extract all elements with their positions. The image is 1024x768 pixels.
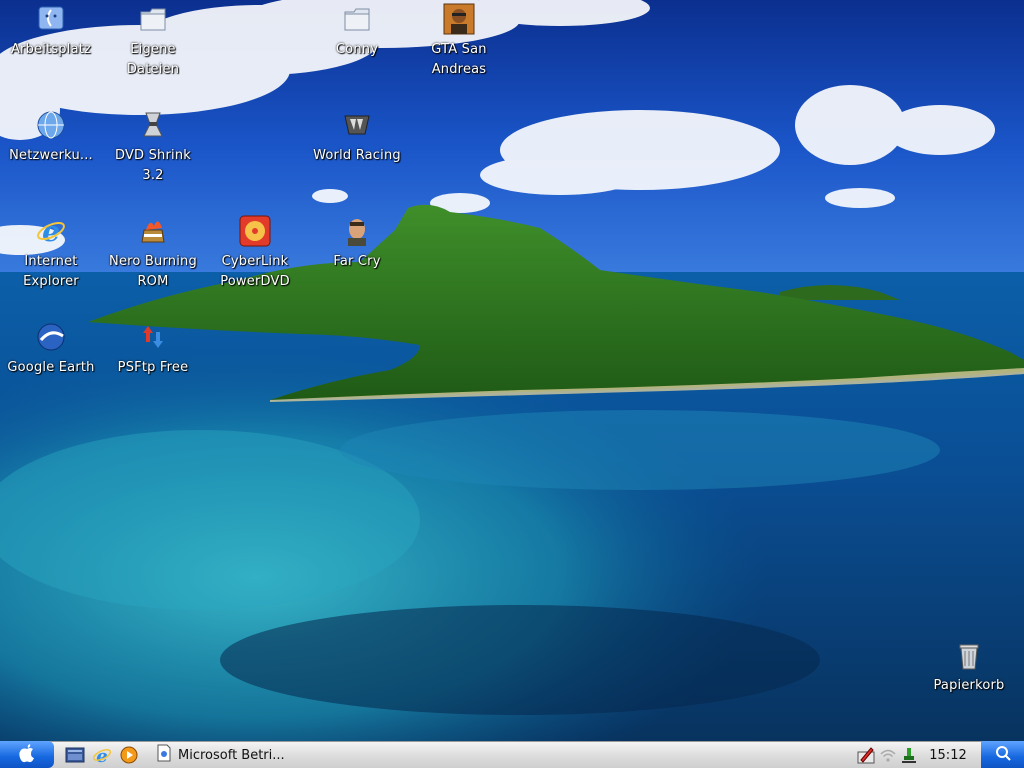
desktop-icon-label: Arbeitsplatz [10,42,92,57]
desktop-icon-label: Nero Burning ROM [109,254,197,289]
desktop-icon-world-racing[interactable]: World Racing [307,108,407,166]
internet-explorer-icon[interactable]: e [91,745,113,765]
svg-text:e: e [42,216,60,246]
desktop-icon-conny[interactable]: Conny [307,2,407,60]
psftp-icon [136,320,170,354]
desktop-icon-eigene-dateien[interactable]: Eigene Dateien [103,2,203,80]
far-cry-icon [340,214,374,248]
folder-icon [136,2,170,36]
desktop-icon-label: Google Earth [7,360,95,375]
dvd-shrink-icon [136,108,170,142]
desktop-icon-label: World Racing [313,148,401,163]
taskbar: e Microsoft Betri... 15:12 [0,741,1024,768]
desktop-icon-label: GTA San Andreas [431,42,487,77]
game-icon [442,2,476,36]
search-icon [995,745,1011,765]
desktop-icon-google-earth[interactable]: Google Earth [1,320,101,378]
world-racing-icon [340,108,374,142]
google-earth-icon [34,320,68,354]
desktop-icon-papierkorb[interactable]: Papierkorb [919,638,1019,696]
recycle-bin-icon [952,638,986,672]
desktop-icon-psftp[interactable]: PSFtp Free [103,320,203,378]
desktop-icon-label: Netzwerku... [9,148,93,163]
desktop-icon-label: Conny [335,42,379,57]
pen-tablet-icon[interactable] [857,746,875,764]
desktop-icon-powerdvd[interactable]: CyberLink PowerDVD [205,214,305,292]
folder-icon [340,2,374,36]
apple-logo-icon [17,742,37,768]
nero-icon [136,214,170,248]
desktop-icon-netzwerk[interactable]: Netzwerku... [1,108,101,166]
desktop-icon-nero[interactable]: Nero Burning ROM [103,214,203,292]
taskbar-button-label: Microsoft Betri... [178,747,285,763]
desktop-icon-gta-san-andreas[interactable]: GTA San Andreas [409,2,509,80]
network-globe-icon [34,108,68,142]
desktop-icon-label: Papierkorb [933,678,1005,693]
desktop-icon-label: Eigene Dateien [126,42,180,77]
powerdvd-icon [238,214,272,248]
media-player-icon[interactable] [118,745,140,765]
search-button[interactable] [981,741,1024,768]
wireless-icon[interactable] [879,746,897,764]
desktop-icon-arbeitsplatz[interactable]: Arbeitsplatz [1,2,101,60]
document-icon [156,744,172,766]
taskbar-button-active-task[interactable]: Microsoft Betri... [156,744,306,766]
taskbar-clock[interactable]: 15:12 [920,746,976,765]
desktop-icon-label: Internet Explorer [23,254,79,289]
show-desktop-icon[interactable] [64,745,86,765]
desktop-icon-far-cry[interactable]: Far Cry [307,214,407,272]
svg-text:e: e [96,746,107,765]
desktop-icon-label: DVD Shrink 3.2 [114,148,192,183]
computer-icon [34,2,68,36]
desktop-icon-label: CyberLink PowerDVD [220,254,290,289]
desktop-icon-label: PSFtp Free [117,360,189,375]
desktop-icon-dvd-shrink[interactable]: DVD Shrink 3.2 [103,108,203,186]
internet-explorer-icon: e [34,214,68,248]
desktop-icon-label: Far Cry [333,254,381,269]
network-plug-icon[interactable] [900,746,918,764]
start-button[interactable] [0,741,54,768]
desktop-icon-internet-explorer[interactable]: e Internet Explorer [1,214,101,292]
